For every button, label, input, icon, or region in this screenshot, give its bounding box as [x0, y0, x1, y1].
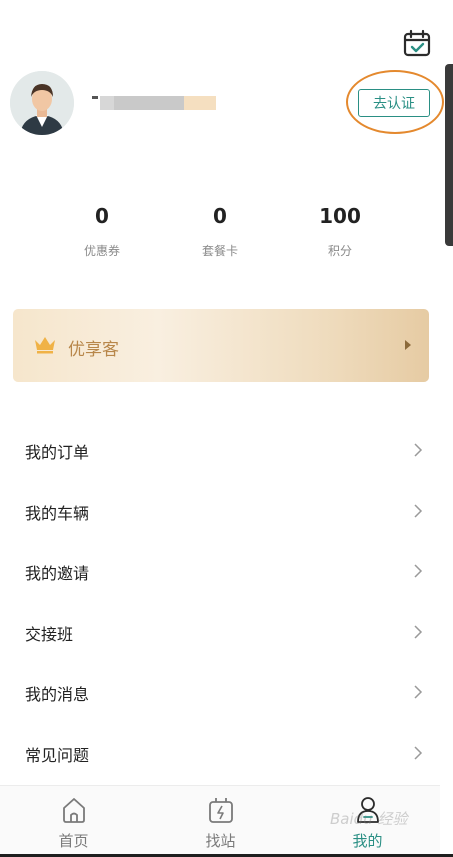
- chevron-right-icon: [414, 685, 423, 699]
- username-redacted: [92, 94, 226, 112]
- stat-value: 0: [95, 204, 109, 228]
- menu-item-vehicles[interactable]: 我的车辆: [0, 481, 440, 542]
- stat-package-cards[interactable]: 0 套餐卡: [160, 200, 280, 259]
- menu-item-faq[interactable]: 常见问题: [0, 723, 440, 784]
- verify-identity-button[interactable]: 去认证: [358, 89, 430, 117]
- stat-label: 套餐卡: [201, 244, 238, 258]
- menu-item-label: 交接班: [25, 624, 74, 644]
- chevron-right-icon: [414, 564, 423, 578]
- play-arrow-icon: [405, 340, 411, 350]
- menu-item-messages[interactable]: 我的消息: [0, 662, 440, 723]
- menu-item-invitations[interactable]: 我的邀请: [0, 541, 440, 602]
- charging-station-icon: [209, 798, 233, 823]
- crown-icon: [33, 334, 57, 354]
- menu-item-label: 我的消息: [25, 685, 90, 704]
- menu-item-label: 常见问题: [25, 745, 90, 765]
- tab-label: 我的: [352, 832, 383, 850]
- stat-label: 积分: [327, 244, 352, 258]
- stats-row: 0 优惠券 0 套餐卡 100 积分: [0, 200, 440, 270]
- menu-item-label: 我的邀请: [25, 564, 90, 583]
- menu-list: 我的订单 我的车辆 我的邀请 交接班 我的消息 常见问题: [0, 420, 440, 783]
- chevron-right-icon: [414, 503, 423, 518]
- stat-coupons[interactable]: 0 优惠券: [42, 200, 162, 259]
- stat-value: 0: [213, 204, 227, 228]
- avatar[interactable]: [10, 71, 74, 135]
- stat-value: 100: [319, 204, 361, 228]
- calendar-check-icon[interactable]: [402, 28, 432, 58]
- tab-label: 首页: [58, 832, 89, 850]
- scroll-indicator[interactable]: [445, 64, 453, 246]
- bottom-tab-bar: 首页 找站 我的: [0, 785, 440, 855]
- tab-find-station[interactable]: 找站: [147, 786, 294, 855]
- chevron-right-icon: [414, 624, 423, 639]
- stat-label: 优惠券: [83, 244, 120, 258]
- menu-item-label: 我的车辆: [25, 503, 90, 523]
- tab-label: 找站: [205, 832, 236, 850]
- tab-mine[interactable]: 我的: [294, 786, 441, 855]
- menu-item-shift-handover[interactable]: 交接班: [0, 602, 440, 663]
- tab-home[interactable]: 首页: [0, 786, 147, 855]
- vip-banner[interactable]: 优享客: [13, 309, 429, 382]
- stat-points[interactable]: 100 积分: [280, 200, 400, 259]
- home-icon: [63, 798, 85, 823]
- chevron-right-icon: [414, 745, 423, 760]
- menu-item-orders[interactable]: 我的订单: [0, 420, 440, 481]
- vip-label: 优享客: [68, 340, 119, 360]
- user-icon: [357, 797, 379, 823]
- profile-page: 去认证 0 优惠券 0 套餐卡 100 积分 优享客 我的订单 我的车辆 我的邀…: [0, 0, 453, 857]
- chevron-right-icon: [414, 443, 423, 457]
- menu-item-label: 我的订单: [25, 443, 90, 462]
